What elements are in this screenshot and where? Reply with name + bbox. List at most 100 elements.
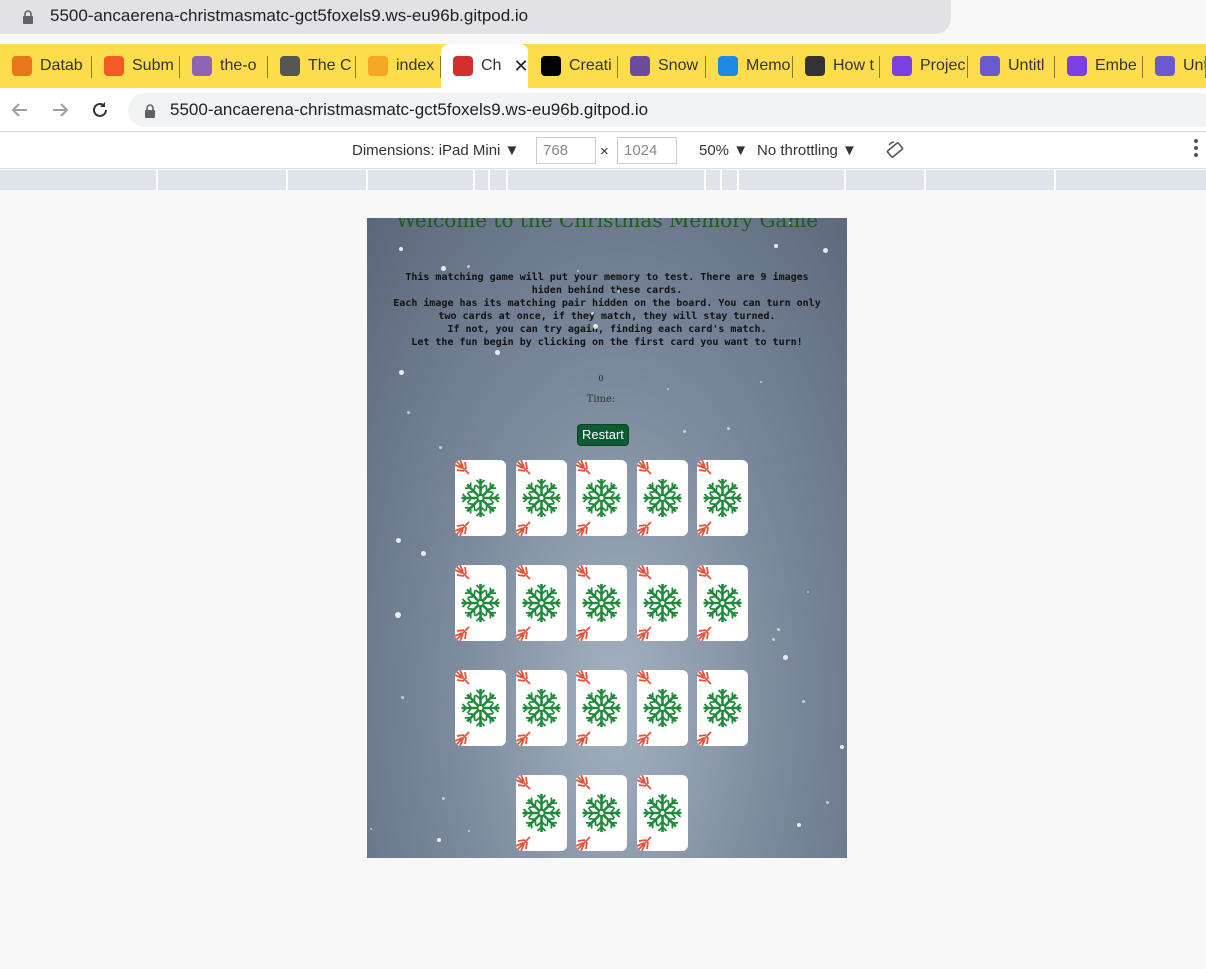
tab-label: The C bbox=[308, 57, 352, 74]
tab-close-icon[interactable]: ✕ bbox=[513, 56, 528, 77]
restart-button[interactable]: Restart bbox=[577, 424, 629, 446]
memory-card[interactable] bbox=[516, 565, 567, 641]
snow-particle bbox=[774, 244, 778, 248]
snowflake-icon bbox=[697, 565, 742, 641]
dimension-times-sign: × bbox=[600, 143, 609, 160]
rotate-icon[interactable] bbox=[885, 140, 905, 160]
snow-particle bbox=[399, 370, 404, 375]
snow-particle bbox=[802, 700, 805, 703]
submit-icon bbox=[104, 56, 124, 76]
browser-tab[interactable]: Subm bbox=[92, 44, 180, 88]
snow-particle bbox=[468, 830, 470, 832]
snow-particle bbox=[370, 828, 372, 830]
memory-card[interactable] bbox=[576, 565, 627, 641]
intro-line: Each image has its matching pair hidden … bbox=[393, 298, 821, 309]
lock-icon bbox=[23, 10, 33, 24]
timer-label: Time: bbox=[586, 394, 616, 405]
memory-card[interactable] bbox=[455, 565, 506, 641]
browser-tab[interactable]: Projec bbox=[880, 44, 968, 88]
snow-particle bbox=[617, 290, 620, 293]
device-width-input[interactable]: 768 bbox=[536, 137, 596, 164]
moves-counter: 0 bbox=[598, 374, 604, 383]
snowflake-icon bbox=[516, 565, 561, 641]
memory-card[interactable] bbox=[516, 460, 567, 536]
dev-icon bbox=[541, 56, 561, 76]
canva-icon bbox=[892, 56, 912, 76]
snowflake-icon bbox=[637, 565, 682, 641]
browser-tab[interactable]: The C bbox=[268, 44, 356, 88]
gitpod-icon bbox=[368, 56, 388, 76]
snowflake-icon bbox=[637, 460, 682, 536]
snowflake-icon bbox=[516, 775, 561, 851]
memory-card[interactable] bbox=[697, 565, 748, 641]
snow-particle bbox=[797, 823, 801, 827]
printer-icon bbox=[1155, 56, 1175, 76]
browser-tab[interactable]: Creati bbox=[529, 44, 618, 88]
memory-card[interactable] bbox=[576, 775, 627, 851]
snow-particle bbox=[807, 591, 809, 593]
browser-tab[interactable]: Untitl bbox=[968, 44, 1055, 88]
memory-card[interactable] bbox=[576, 460, 627, 536]
memory-card[interactable] bbox=[637, 775, 688, 851]
tab-label: Embe bbox=[1095, 57, 1137, 74]
memory-card[interactable] bbox=[637, 565, 688, 641]
arrow-right-icon bbox=[53, 103, 69, 117]
lock-icon bbox=[145, 104, 155, 118]
memory-card[interactable] bbox=[455, 670, 506, 746]
snow-particle bbox=[840, 745, 844, 749]
memory-card[interactable] bbox=[697, 670, 748, 746]
snow-particle bbox=[395, 612, 401, 618]
browser-tab[interactable]: Embe bbox=[1055, 44, 1143, 88]
more-options-icon[interactable] bbox=[1194, 139, 1198, 160]
browser-tab[interactable]: Memo bbox=[706, 44, 793, 88]
memory-card[interactable] bbox=[576, 670, 627, 746]
memory-card[interactable] bbox=[637, 670, 688, 746]
memory-card[interactable] bbox=[637, 460, 688, 536]
snowflake-icon bbox=[455, 460, 500, 536]
memory-card[interactable] bbox=[455, 460, 506, 536]
memory-card[interactable] bbox=[516, 775, 567, 851]
zoom-select[interactable]: 50% ▼ bbox=[699, 142, 748, 159]
snow-particle bbox=[826, 801, 829, 804]
browser-navigation-bar: 5500-ancaerena-christmasmatc-gct5foxels9… bbox=[0, 88, 1206, 132]
snow-particle bbox=[396, 538, 401, 543]
intro-line: This matching game will put your memory … bbox=[405, 272, 809, 283]
bee-icon bbox=[630, 56, 650, 76]
browser-tab[interactable]: the-o bbox=[180, 44, 268, 88]
codeanywhere-icon bbox=[718, 56, 738, 76]
address-bar[interactable]: 5500-ancaerena-christmasmatc-gct5foxels9… bbox=[128, 93, 1206, 127]
back-button[interactable] bbox=[8, 98, 32, 122]
snow-particle bbox=[593, 324, 598, 329]
device-dimensions-select[interactable]: Dimensions: iPad Mini ▼ bbox=[352, 142, 519, 159]
memory-card[interactable] bbox=[697, 460, 748, 536]
snow-particle bbox=[439, 446, 442, 449]
snowflake-icon bbox=[576, 565, 621, 641]
tab-label: Creati bbox=[569, 57, 612, 74]
browser-tab[interactable]: How t bbox=[793, 44, 880, 88]
snow-particle bbox=[577, 270, 579, 272]
memory-card[interactable] bbox=[516, 670, 567, 746]
snow-particle bbox=[437, 838, 441, 842]
browser-tab[interactable]: Snow bbox=[618, 44, 706, 88]
snowflake-icon bbox=[576, 670, 621, 746]
ah-icon bbox=[805, 56, 825, 76]
browser-tab[interactable]: Datab bbox=[0, 44, 92, 88]
arrow-left-icon bbox=[11, 103, 27, 117]
printer-icon bbox=[980, 56, 1000, 76]
reload-button[interactable] bbox=[88, 98, 112, 122]
tab-label: Untitl bbox=[1008, 57, 1045, 74]
snow-particle bbox=[667, 388, 669, 390]
heroku-icon bbox=[192, 56, 212, 76]
browser-tab[interactable]: Ch ✕ bbox=[441, 44, 528, 88]
device-height-input[interactable]: 1024 bbox=[617, 137, 677, 164]
throttling-select[interactable]: No throttling ▼ bbox=[757, 142, 857, 159]
browser-tab[interactable]: index bbox=[356, 44, 441, 88]
globe-icon bbox=[280, 56, 300, 76]
snowflake-icon bbox=[697, 460, 742, 536]
tab-label: Snow bbox=[658, 57, 699, 74]
snow-particle bbox=[421, 551, 426, 556]
forward-button[interactable] bbox=[48, 98, 72, 122]
snow-particle bbox=[823, 248, 828, 253]
browser-tab[interactable]: Untit bbox=[1143, 44, 1206, 88]
game-intro: This matching game will put your memory … bbox=[367, 271, 847, 349]
